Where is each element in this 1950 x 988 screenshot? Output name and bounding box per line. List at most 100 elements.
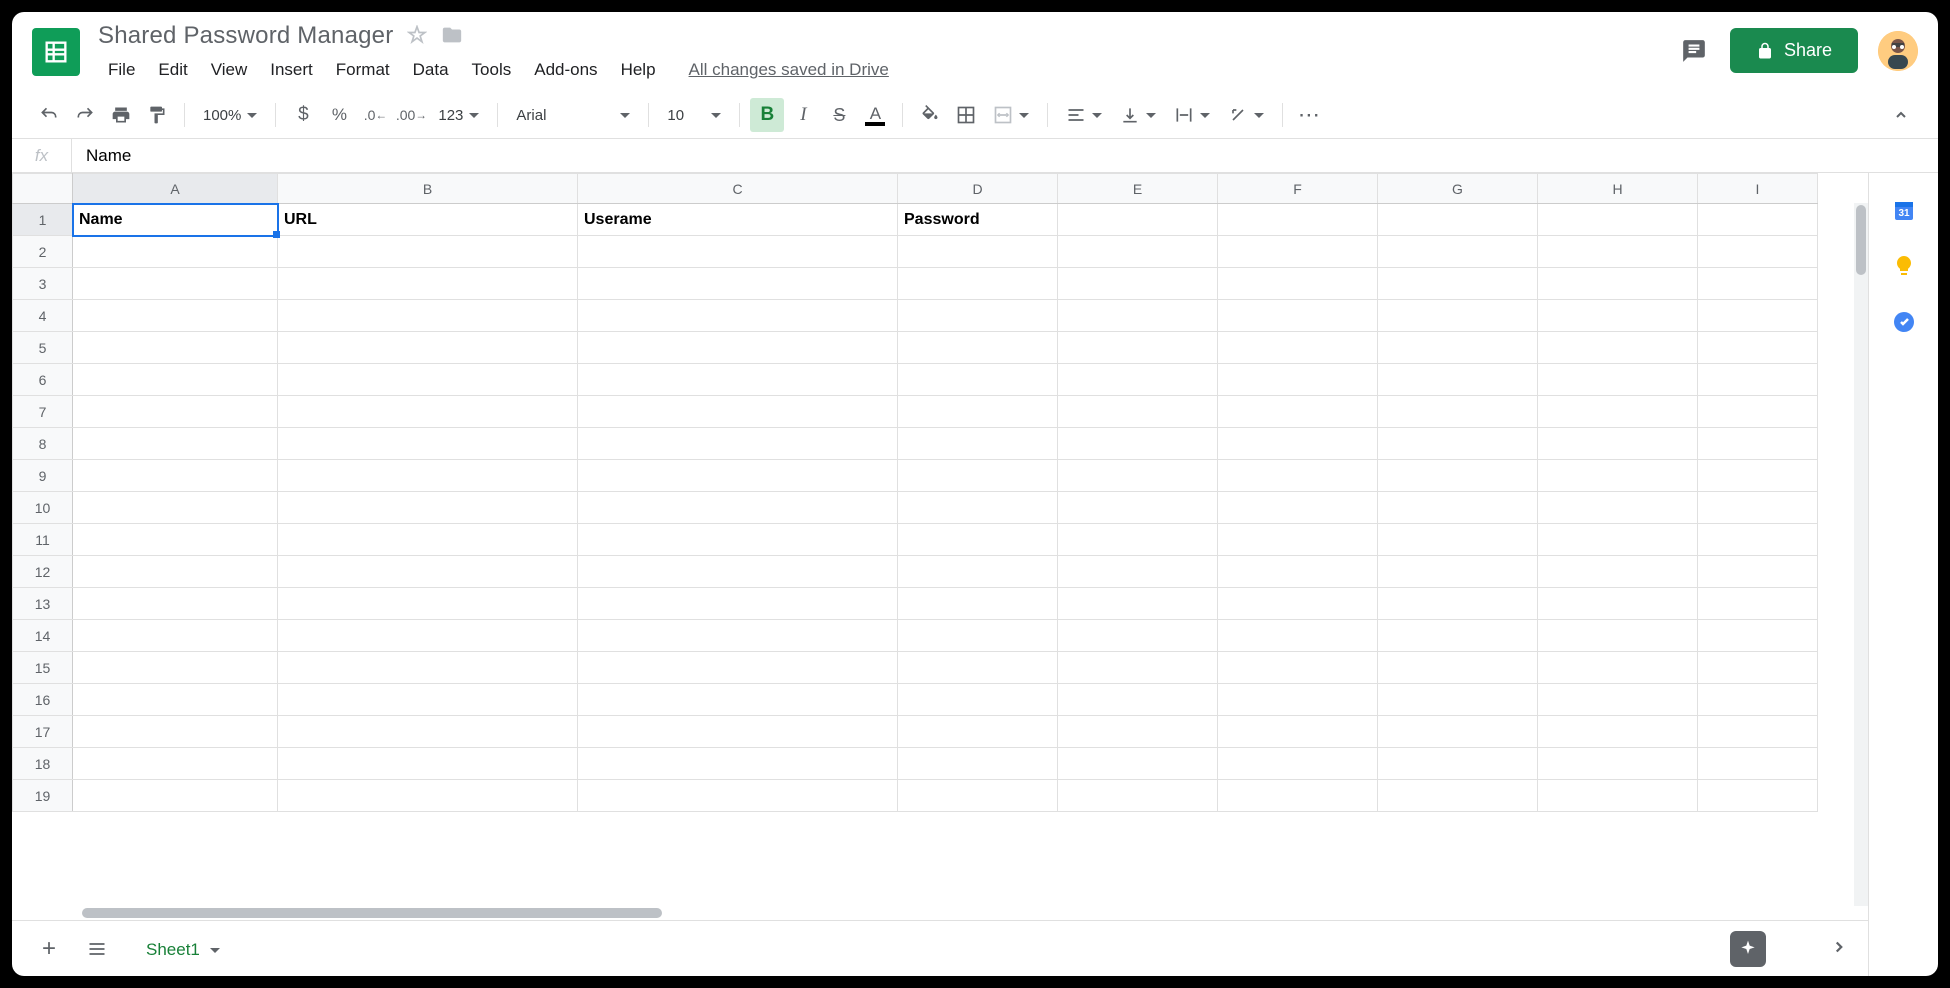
cell-E19[interactable] (1058, 780, 1218, 812)
print-button[interactable] (104, 98, 138, 132)
cell-H10[interactable] (1538, 492, 1698, 524)
cell-C19[interactable] (578, 780, 898, 812)
cell-A17[interactable] (73, 716, 278, 748)
undo-button[interactable] (32, 98, 66, 132)
cell-H1[interactable] (1538, 204, 1698, 236)
vertical-scrollbar[interactable] (1854, 203, 1868, 906)
menu-help[interactable]: Help (611, 56, 666, 84)
comments-icon[interactable] (1678, 35, 1710, 67)
cell-B6[interactable] (278, 364, 578, 396)
row-header-12[interactable]: 12 (13, 556, 73, 588)
zoom-dropdown[interactable]: 100% (195, 98, 265, 132)
cell-C6[interactable] (578, 364, 898, 396)
cell-G6[interactable] (1378, 364, 1538, 396)
cell-C17[interactable] (578, 716, 898, 748)
cell-H3[interactable] (1538, 268, 1698, 300)
cell-H17[interactable] (1538, 716, 1698, 748)
row-header-16[interactable]: 16 (13, 684, 73, 716)
cell-G8[interactable] (1378, 428, 1538, 460)
sheet-tab-sheet1[interactable]: Sheet1 (128, 927, 238, 970)
cell-I7[interactable] (1698, 396, 1818, 428)
cell-H11[interactable] (1538, 524, 1698, 556)
cell-G18[interactable] (1378, 748, 1538, 780)
more-formats-dropdown[interactable]: 123 (430, 98, 487, 132)
cell-E17[interactable] (1058, 716, 1218, 748)
menu-file[interactable]: File (98, 56, 145, 84)
cell-B16[interactable] (278, 684, 578, 716)
cell-H15[interactable] (1538, 652, 1698, 684)
paint-format-button[interactable] (140, 98, 174, 132)
cell-B5[interactable] (278, 332, 578, 364)
cell-E8[interactable] (1058, 428, 1218, 460)
vertical-align-dropdown[interactable] (1112, 98, 1164, 132)
cell-C14[interactable] (578, 620, 898, 652)
menu-insert[interactable]: Insert (260, 56, 323, 84)
cell-I13[interactable] (1698, 588, 1818, 620)
cell-E10[interactable] (1058, 492, 1218, 524)
cell-C15[interactable] (578, 652, 898, 684)
cell-H12[interactable] (1538, 556, 1698, 588)
column-header-B[interactable]: B (278, 174, 578, 204)
cell-H8[interactable] (1538, 428, 1698, 460)
cell-A9[interactable] (73, 460, 278, 492)
cell-G13[interactable] (1378, 588, 1538, 620)
cell-E13[interactable] (1058, 588, 1218, 620)
cell-C2[interactable] (578, 236, 898, 268)
redo-button[interactable] (68, 98, 102, 132)
cell-H4[interactable] (1538, 300, 1698, 332)
cell-I19[interactable] (1698, 780, 1818, 812)
cell-F2[interactable] (1218, 236, 1378, 268)
cell-I11[interactable] (1698, 524, 1818, 556)
fill-color-button[interactable] (913, 98, 947, 132)
cell-I18[interactable] (1698, 748, 1818, 780)
cell-B7[interactable] (278, 396, 578, 428)
cell-C11[interactable] (578, 524, 898, 556)
cell-D9[interactable] (898, 460, 1058, 492)
menu-tools[interactable]: Tools (462, 56, 522, 84)
cell-F1[interactable] (1218, 204, 1378, 236)
cell-I17[interactable] (1698, 716, 1818, 748)
keep-icon[interactable] (1891, 253, 1917, 279)
formula-input[interactable] (72, 139, 1938, 172)
cell-C12[interactable] (578, 556, 898, 588)
share-button[interactable]: Share (1730, 28, 1858, 73)
cell-H7[interactable] (1538, 396, 1698, 428)
cell-A16[interactable] (73, 684, 278, 716)
cell-I8[interactable] (1698, 428, 1818, 460)
cell-D10[interactable] (898, 492, 1058, 524)
column-header-H[interactable]: H (1538, 174, 1698, 204)
cell-B8[interactable] (278, 428, 578, 460)
cell-I2[interactable] (1698, 236, 1818, 268)
row-header-4[interactable]: 4 (13, 300, 73, 332)
row-header-7[interactable]: 7 (13, 396, 73, 428)
cell-F17[interactable] (1218, 716, 1378, 748)
cell-G19[interactable] (1378, 780, 1538, 812)
cell-F11[interactable] (1218, 524, 1378, 556)
cell-E3[interactable] (1058, 268, 1218, 300)
row-header-6[interactable]: 6 (13, 364, 73, 396)
cell-H6[interactable] (1538, 364, 1698, 396)
cell-I15[interactable] (1698, 652, 1818, 684)
cell-C8[interactable] (578, 428, 898, 460)
cell-F15[interactable] (1218, 652, 1378, 684)
column-header-E[interactable]: E (1058, 174, 1218, 204)
cell-B15[interactable] (278, 652, 578, 684)
cell-E15[interactable] (1058, 652, 1218, 684)
cell-C1[interactable]: Userame (578, 204, 898, 236)
cell-I16[interactable] (1698, 684, 1818, 716)
column-header-C[interactable]: C (578, 174, 898, 204)
cell-A5[interactable] (73, 332, 278, 364)
cell-H18[interactable] (1538, 748, 1698, 780)
cell-G17[interactable] (1378, 716, 1538, 748)
column-header-G[interactable]: G (1378, 174, 1538, 204)
cell-A2[interactable] (73, 236, 278, 268)
cell-A1[interactable]: Name (73, 204, 278, 236)
decrease-decimal-button[interactable]: .0← (358, 98, 392, 132)
cell-A10[interactable] (73, 492, 278, 524)
cell-I4[interactable] (1698, 300, 1818, 332)
cell-D12[interactable] (898, 556, 1058, 588)
cell-G11[interactable] (1378, 524, 1538, 556)
column-header-F[interactable]: F (1218, 174, 1378, 204)
cell-F16[interactable] (1218, 684, 1378, 716)
cell-A7[interactable] (73, 396, 278, 428)
